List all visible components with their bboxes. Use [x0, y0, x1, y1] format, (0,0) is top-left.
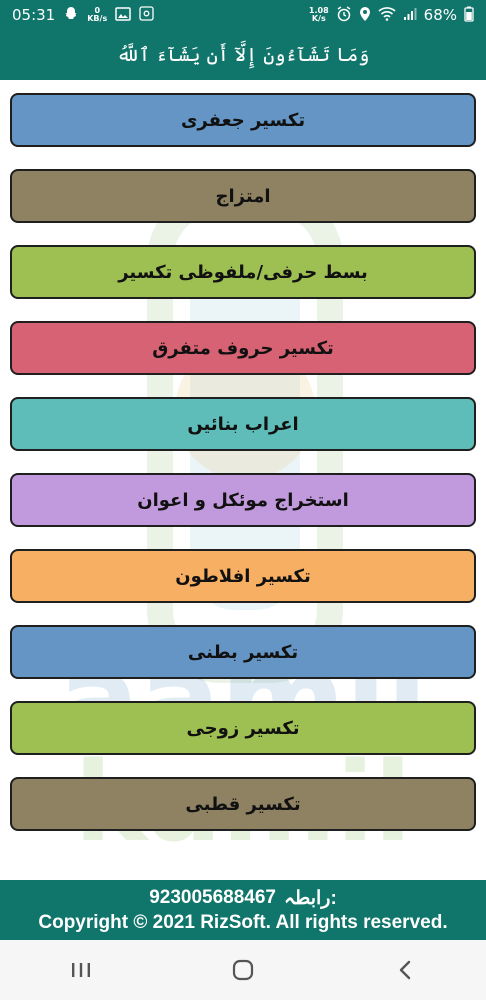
- menu-button-batni[interactable]: تکسیر بطنی: [10, 625, 476, 679]
- settings-gear-icon: [139, 6, 154, 24]
- main-content: aamil kamil تکسیر جعفری امتزاج بسط حرفی/…: [0, 80, 486, 880]
- app-bar: وَمَا تَشَآءُونَ إِلَّآ أَن يَشَآءَ ٱللَ…: [0, 30, 486, 80]
- data-speed-right: 1.08 K/s: [308, 6, 329, 23]
- snapchat-icon: [63, 6, 79, 25]
- menu-button-qutbi[interactable]: تکسیر قطبی: [10, 777, 476, 831]
- contact-line: 923005688467 رابطہ:: [149, 887, 337, 910]
- home-icon: [232, 959, 254, 981]
- image-icon: [115, 6, 131, 24]
- contact-number: 923005688467: [149, 887, 276, 908]
- menu-button-aflatoon[interactable]: تکسیر افلاطون: [10, 549, 476, 603]
- data-speed: 0 KB/s: [87, 6, 108, 23]
- status-bar: 05:31 0 KB/s 1.08 K/s 68%: [0, 0, 486, 30]
- home-button[interactable]: [213, 950, 273, 990]
- back-button[interactable]: [375, 950, 435, 990]
- footer: 923005688467 رابطہ: Copyright © 2021 Riz…: [0, 880, 486, 940]
- recent-apps-icon: [72, 963, 90, 977]
- menu-button-imtizaj[interactable]: امتزاج: [10, 169, 476, 223]
- menu-button-zauji[interactable]: تکسیر زوجی: [10, 701, 476, 755]
- recent-apps-button[interactable]: [51, 950, 111, 990]
- clock: 05:31: [12, 6, 56, 24]
- menu-list: تکسیر جعفری امتزاج بسط حرفی/ملفوظی تکسیر…: [10, 93, 476, 853]
- alarm-icon: [336, 5, 352, 25]
- menu-button-bast-harfi[interactable]: بسط حرفی/ملفوظی تکسیر: [10, 245, 476, 299]
- menu-button-taksir-jafri[interactable]: تکسیر جعفری: [10, 93, 476, 147]
- back-chevron-icon: [399, 960, 411, 980]
- menu-button-iraab[interactable]: اعراب بنائیں: [10, 397, 476, 451]
- signal-icon: [403, 7, 417, 24]
- contact-label: رابطہ:: [284, 887, 337, 909]
- app-title: وَمَا تَشَآءُونَ إِلَّآ أَن يَشَآءَ ٱللَ…: [116, 44, 370, 66]
- system-nav-bar: [0, 940, 486, 1000]
- wifi-icon: [378, 6, 396, 24]
- menu-button-istikhraj-muwakkil[interactable]: استخراج موئکل و اعوان: [10, 473, 476, 527]
- copyright-text: Copyright © 2021 RizSoft. All rights res…: [38, 911, 448, 933]
- menu-button-huroof-mutafarriq[interactable]: تکسیر حروف متفرق: [10, 321, 476, 375]
- battery-icon: [464, 6, 474, 25]
- location-icon: [359, 6, 371, 25]
- battery-percent: 68%: [423, 6, 457, 24]
